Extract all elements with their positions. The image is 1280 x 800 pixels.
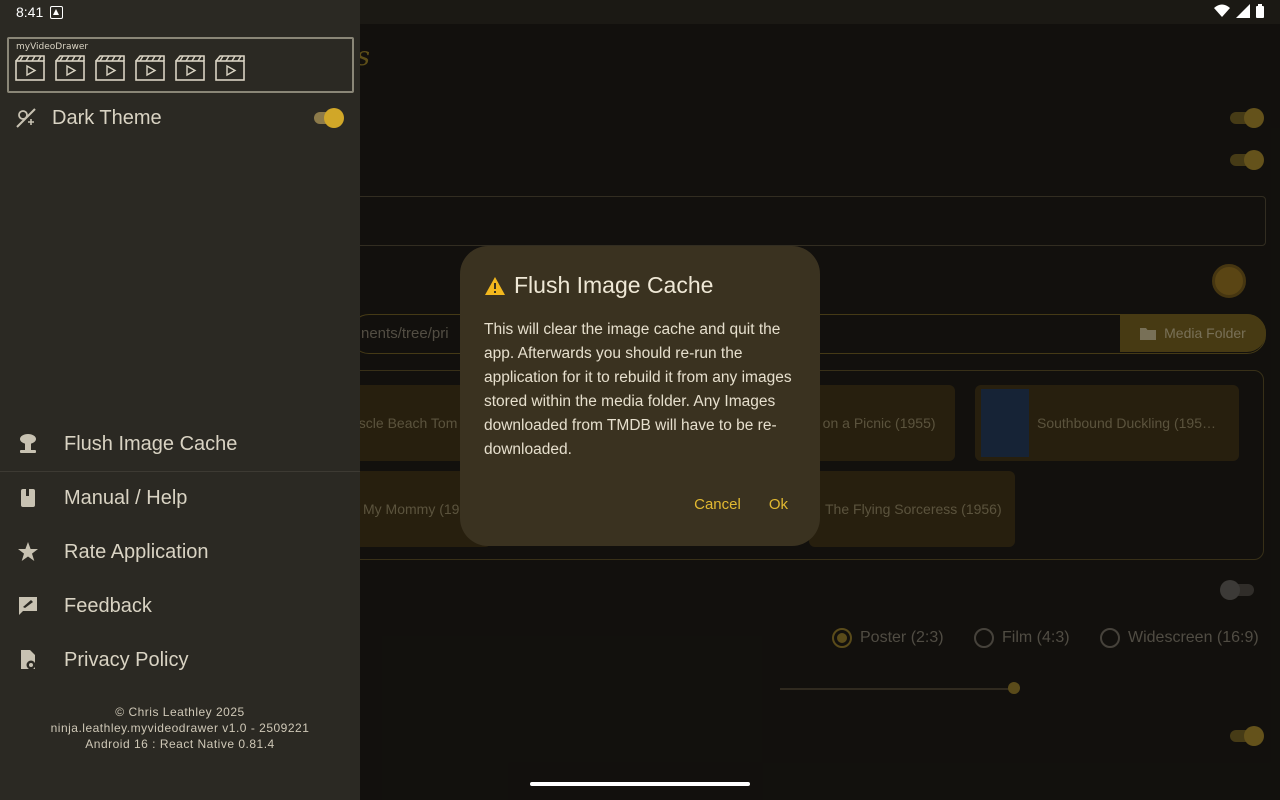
feedback-icon (14, 595, 42, 617)
dark-theme-toggle[interactable] (314, 108, 344, 128)
star-icon (14, 541, 42, 563)
wifi-icon (1214, 4, 1230, 17)
notification-icon (50, 6, 63, 19)
drawer-item-manual-help[interactable]: Manual / Help (14, 484, 374, 512)
drawer-item-rate-application[interactable]: Rate Application (14, 538, 374, 566)
flush-cache-dialog: Flush Image Cache This will clear the im… (460, 246, 820, 546)
clapperboard-icon (215, 55, 245, 81)
warning-icon (485, 276, 505, 295)
privacy-file-icon (14, 649, 42, 671)
clapperboard-icon (15, 55, 45, 81)
drawer-item-label: Rate Application (64, 540, 209, 563)
gesture-nav-bar[interactable] (530, 782, 750, 786)
drawer-item-privacy-policy[interactable]: Privacy Policy (14, 646, 374, 674)
footer-copyright: © Chris Leathley 2025 (115, 705, 245, 719)
status-icons (1214, 4, 1264, 18)
navigation-drawer: myVideoDrawer Dark Theme Flush Image Cac… (0, 0, 360, 800)
clapperboard-icon (135, 55, 165, 81)
status-bar: 8:41 (0, 0, 1280, 24)
footer-platform: Android 16 : React Native 0.81.4 (85, 737, 275, 751)
app-logo: myVideoDrawer (7, 37, 354, 93)
dialog-title: Flush Image Cache (484, 272, 713, 299)
drawer-item-label: Feedback (64, 594, 152, 617)
theme-icon (12, 107, 40, 129)
dialog-message: This will clear the image cache and quit… (484, 321, 792, 458)
drawer-item-label: Privacy Policy (64, 648, 189, 671)
dark-theme-label: Dark Theme (52, 106, 162, 129)
battery-icon (1256, 4, 1264, 18)
dialog-actions: Cancel Ok (694, 496, 788, 513)
drawer-divider (0, 471, 360, 472)
signal-icon (1236, 4, 1250, 18)
ok-button[interactable]: Ok (769, 496, 788, 513)
dialog-title-text: Flush Image Cache (514, 272, 714, 298)
logo-text: myVideoDrawer (16, 42, 89, 52)
drawer-item-feedback[interactable]: Feedback (14, 592, 374, 620)
status-time: 8:41 (16, 4, 44, 20)
clapperboard-icon (95, 55, 125, 81)
cancel-button[interactable]: Cancel (694, 496, 741, 513)
clapperboard-icon (55, 55, 85, 81)
book-icon (14, 487, 42, 509)
clapperboard-icon (175, 55, 205, 81)
mushroom-cloud-icon (14, 433, 42, 455)
drawer-item-flush-image-cache[interactable]: Flush Image Cache (14, 430, 374, 458)
footer-version: ninja.leathley.myvideodrawer v1.0 - 2509… (50, 721, 310, 735)
drawer-item-label: Manual / Help (64, 486, 188, 509)
drawer-item-label: Flush Image Cache (64, 432, 238, 455)
